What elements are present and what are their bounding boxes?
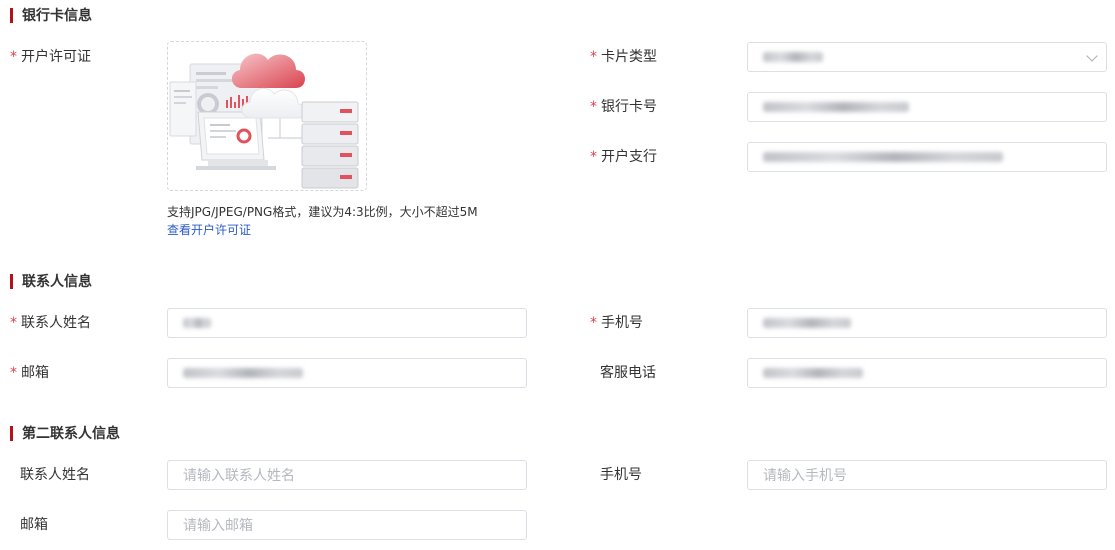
card-type-label: * 卡片类型 (590, 48, 657, 66)
contact-email-label-text: 邮箱 (21, 365, 49, 381)
service-phone-label: 客服电话 (600, 365, 656, 381)
second-contact-email-label: 邮箱 (20, 517, 48, 533)
contact-name-label: * 联系人姓名 (10, 314, 91, 332)
second-contact-name-label: 联系人姓名 (20, 467, 90, 483)
required-mark: * (10, 365, 17, 381)
second-contact-phone-field[interactable]: 请输入手机号 (747, 460, 1107, 490)
chevron-down-icon (1086, 50, 1098, 62)
branch-label: * 开户支行 (590, 148, 657, 166)
second-contact-phone-placeholder: 请输入手机号 (763, 468, 847, 484)
service-phone-field[interactable] (747, 358, 1107, 388)
required-mark: * (10, 315, 17, 331)
required-mark: * (590, 149, 597, 165)
contact-email-label: * 邮箱 (10, 364, 49, 382)
branch-value (763, 152, 1003, 162)
contact-phone-field[interactable] (747, 308, 1107, 338)
card-type-select[interactable] (747, 42, 1107, 72)
contact-name-label-text: 联系人姓名 (21, 315, 91, 331)
card-number-field[interactable] (747, 92, 1107, 122)
contact-phone-label-text: 手机号 (601, 315, 643, 331)
second-contact-name-placeholder: 请输入联系人姓名 (183, 468, 295, 484)
contact-email-value (183, 368, 303, 378)
required-mark: * (590, 99, 597, 115)
license-label-text: 开户许可证 (21, 49, 91, 65)
cloud-server-illustration (169, 53, 359, 189)
card-type-label-text: 卡片类型 (601, 49, 657, 65)
section-title-bank: 银行卡信息 (10, 6, 92, 24)
contact-phone-label: * 手机号 (590, 314, 643, 332)
section-title-second-contact: 第二联系人信息 (10, 424, 120, 442)
license-upload-area[interactable] (167, 41, 367, 191)
section-title-bank-text: 银行卡信息 (22, 8, 92, 24)
card-type-value (763, 52, 823, 62)
contact-email-field[interactable] (167, 358, 527, 388)
contact-name-value (183, 318, 211, 328)
branch-label-text: 开户支行 (601, 149, 657, 165)
contact-name-field[interactable] (167, 308, 527, 338)
card-number-label: * 银行卡号 (590, 98, 657, 116)
section-title-contact-text: 联系人信息 (22, 274, 92, 290)
section-title-second-contact-text: 第二联系人信息 (22, 426, 120, 442)
required-mark: * (10, 49, 17, 65)
second-contact-phone-label: 手机号 (600, 467, 642, 483)
branch-field[interactable] (747, 142, 1107, 172)
card-number-label-text: 银行卡号 (601, 99, 657, 115)
contact-phone-value (763, 318, 851, 328)
required-mark: * (590, 315, 597, 331)
section-title-contact: 联系人信息 (10, 272, 92, 290)
section-accent-bar (10, 273, 13, 289)
second-contact-email-field[interactable]: 请输入邮箱 (167, 510, 527, 540)
section-accent-bar (10, 7, 13, 23)
section-accent-bar (10, 425, 13, 441)
license-label: * 开户许可证 (10, 48, 91, 66)
required-mark: * (590, 49, 597, 65)
service-phone-value (763, 368, 863, 378)
second-contact-name-field[interactable]: 请输入联系人姓名 (167, 460, 527, 490)
second-contact-email-placeholder: 请输入邮箱 (183, 518, 253, 534)
card-number-value (763, 102, 909, 112)
upload-hint: 支持JPG/JPEG/PNG格式，建议为4:3比例，大小不超过5M (167, 205, 478, 219)
view-license-link[interactable]: 查看开户许可证 (167, 221, 251, 238)
